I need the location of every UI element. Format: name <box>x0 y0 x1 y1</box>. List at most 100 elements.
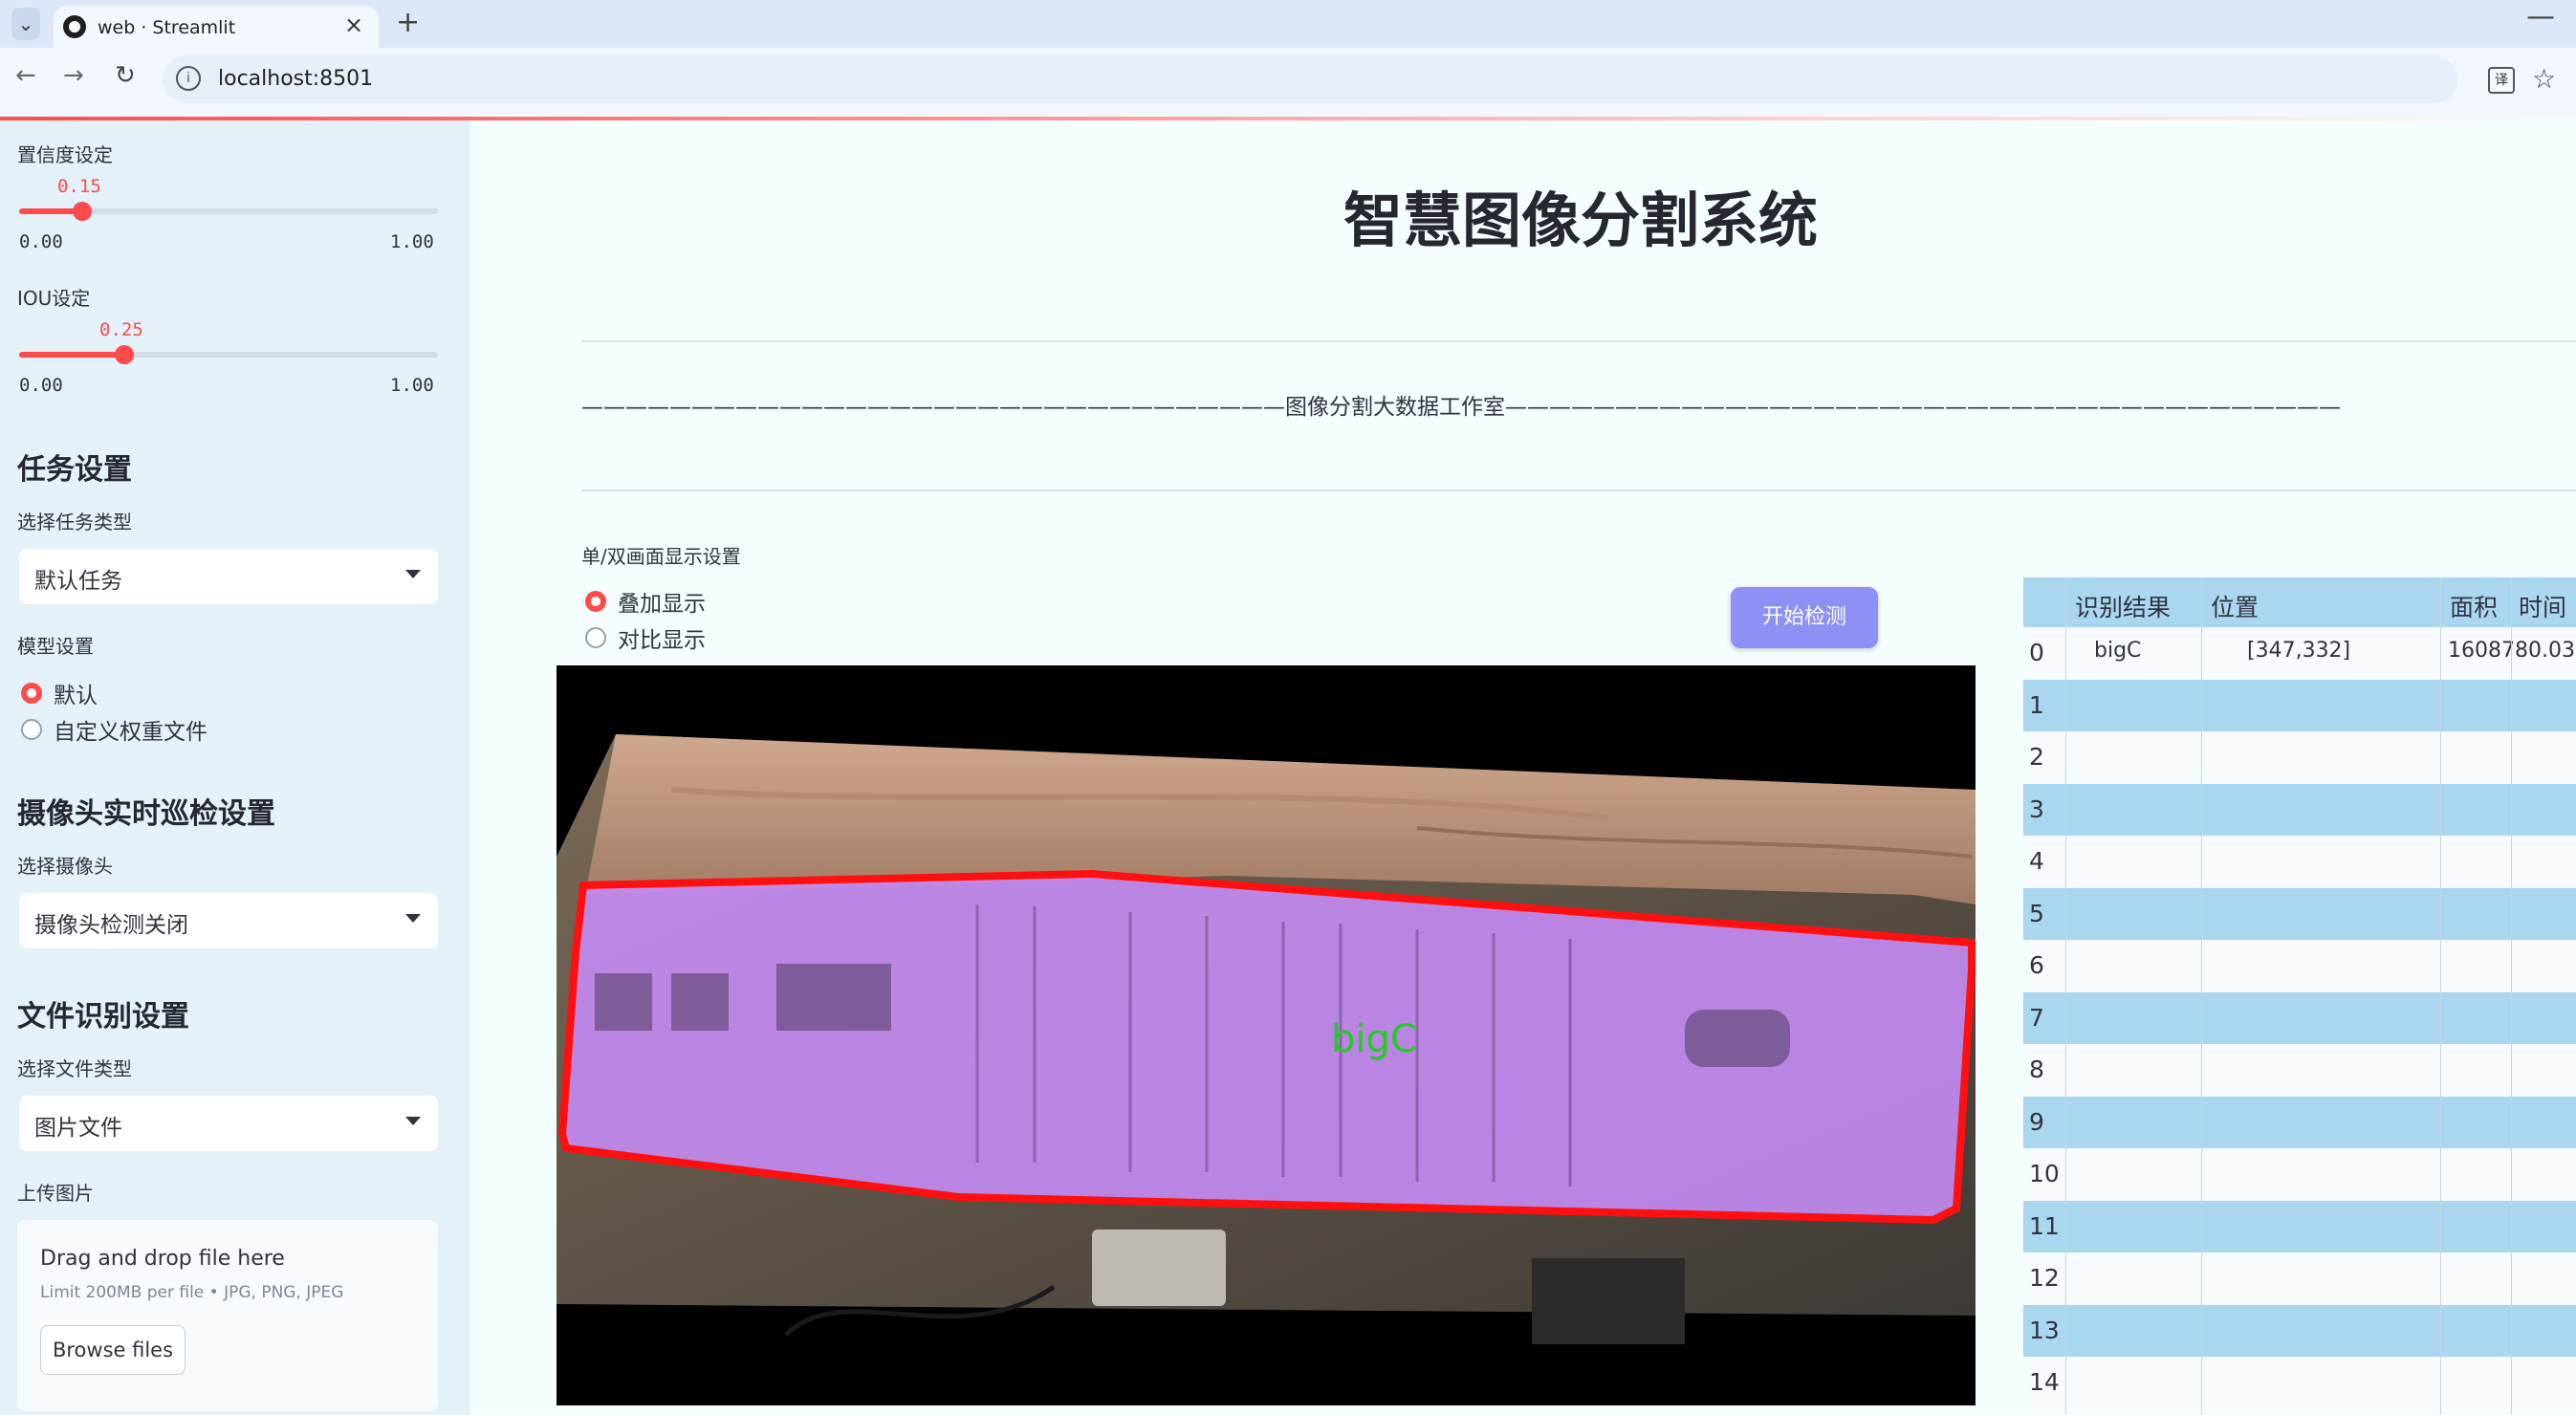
cell-result: bigC <box>2094 639 2142 663</box>
table-row[interactable]: 5 <box>2023 887 2576 940</box>
model-radio-custom[interactable] <box>21 719 42 740</box>
iou-label: IOU设定 <box>17 287 91 310</box>
iou-slider-thumb[interactable] <box>115 345 134 364</box>
display-mode-label: 单/双画面显示设置 <box>581 545 741 568</box>
table-row[interactable]: 8 <box>2023 1044 2576 1097</box>
column-header-area[interactable]: 面积 <box>2450 589 2498 623</box>
display-radio-compare[interactable] <box>585 627 606 648</box>
row-index: 13 <box>2029 1316 2060 1344</box>
row-index: 1 <box>2029 690 2044 719</box>
url-text[interactable]: localhost:8501 <box>218 67 373 91</box>
camera-label: 选择摄像头 <box>17 855 113 878</box>
row-index: 6 <box>2029 951 2044 979</box>
sidebar: 置信度设定 0.15 0.00 1.00 IOU设定 0.25 0.00 1.0… <box>0 120 470 1415</box>
browser-tab[interactable]: web · Streamlit × <box>54 6 379 48</box>
tab-search-chevron-icon[interactable]: ⌄ <box>11 8 40 40</box>
row-index: 10 <box>2029 1160 2060 1187</box>
row-index: 4 <box>2029 847 2044 875</box>
column-header-position[interactable]: 位置 <box>2211 589 2259 623</box>
back-arrow-icon[interactable]: ← <box>15 61 36 90</box>
studio-subtitle: ————————————————————————————————图像分割大数据工… <box>581 395 2341 420</box>
tab-title: web · Streamlit <box>98 17 236 38</box>
detection-result-image: bigC <box>557 665 1976 1405</box>
site-info-icon[interactable]: i <box>176 66 201 91</box>
start-detection-button[interactable]: 开始检测 <box>1731 587 1878 648</box>
iou-value: 0.25 <box>99 319 143 340</box>
file-dropzone[interactable]: Drag and drop file here Limit 200MB per … <box>17 1220 438 1411</box>
column-divider <box>2511 577 2512 1415</box>
model-option-default[interactable]: 默认 <box>54 677 98 709</box>
table-row[interactable]: 2 <box>2023 731 2576 784</box>
reload-icon[interactable]: ↻ <box>115 61 136 90</box>
translate-icon[interactable]: 译 <box>2488 67 2515 94</box>
table-row[interactable]: 13 <box>2023 1304 2576 1357</box>
iou-max: 1.00 <box>390 375 434 396</box>
minimize-window-icon[interactable]: — <box>2526 0 2555 33</box>
new-tab-icon[interactable]: + <box>396 6 420 39</box>
row-index: 7 <box>2029 1003 2044 1032</box>
row-index: 3 <box>2029 795 2044 823</box>
iou-slider[interactable] <box>19 345 438 364</box>
row-index: 14 <box>2029 1368 2060 1396</box>
file-type-value: 图片文件 <box>34 1116 122 1141</box>
display-option-compare[interactable]: 对比显示 <box>618 621 706 654</box>
task-type-select[interactable]: 默认任务 <box>19 549 438 604</box>
upload-label: 上传图片 <box>17 1182 94 1205</box>
table-row[interactable]: 3 <box>2023 783 2576 836</box>
results-table[interactable]: 识别结果 位置 面积 时间 0 bigC [347,332] 1608780.03 1 2… <box>2023 577 2576 1415</box>
column-divider <box>2201 577 2202 1415</box>
column-header-result[interactable]: 识别结果 <box>2075 589 2171 623</box>
file-settings-header: 文件识别设置 <box>17 1000 189 1034</box>
browser-toolbar: ← → ↻ i localhost:8501 译 ☆ <box>0 48 2576 117</box>
row-index: 0 <box>2029 639 2044 666</box>
dropzone-title: Drag and drop file here <box>40 1247 285 1271</box>
model-radio-default[interactable] <box>21 683 42 704</box>
column-divider <box>2065 577 2066 1415</box>
table-header: 识别结果 位置 面积 时间 <box>2023 577 2576 627</box>
row-index: 8 <box>2029 1056 2044 1083</box>
table-row[interactable]: 7 <box>2023 991 2576 1044</box>
table-row[interactable]: 14 <box>2023 1357 2576 1409</box>
column-header-time[interactable]: 时间 <box>2519 589 2566 623</box>
camera-select[interactable]: 摄像头检测关闭 <box>19 893 438 948</box>
display-radio-overlay[interactable] <box>585 591 606 612</box>
page-title: 智慧图像分割系统 <box>1343 185 1818 255</box>
iou-min: 0.00 <box>19 375 63 396</box>
model-option-custom[interactable]: 自定义权重文件 <box>54 713 207 746</box>
segmented-photo: bigC <box>557 734 1976 1344</box>
divider <box>581 340 2576 342</box>
chevron-down-icon <box>405 1117 421 1125</box>
detection-label: bigC <box>1331 1017 1417 1061</box>
iou-slider-fill <box>19 352 124 358</box>
row-index: 2 <box>2029 743 2044 771</box>
cell-position: [347,332] <box>2247 639 2351 663</box>
file-type-label: 选择文件类型 <box>17 1057 132 1080</box>
address-bar[interactable]: i localhost:8501 <box>163 55 2457 103</box>
browse-files-button[interactable]: Browse files <box>40 1325 186 1375</box>
task-type-value: 默认任务 <box>34 569 122 594</box>
table-row[interactable]: 10 <box>2023 1148 2576 1201</box>
camera-settings-header: 摄像头实时巡检设置 <box>17 797 275 831</box>
streamlit-favicon-icon <box>63 15 86 38</box>
bookmark-star-icon[interactable]: ☆ <box>2532 63 2556 95</box>
tab-close-icon[interactable]: × <box>344 11 363 38</box>
display-option-overlay[interactable]: 叠加显示 <box>618 585 706 618</box>
chevron-down-icon <box>405 914 421 923</box>
table-row[interactable]: 9 <box>2023 1096 2576 1148</box>
table-row[interactable]: 1 <box>2023 679 2576 731</box>
table-row[interactable]: 0 bigC [347,332] 1608780.03 <box>2023 627 2576 680</box>
table-row[interactable]: 11 <box>2023 1200 2576 1252</box>
task-settings-header: 任务设置 <box>17 453 132 487</box>
divider <box>581 490 2576 491</box>
column-divider <box>2440 577 2441 1415</box>
table-row[interactable]: 4 <box>2023 836 2576 888</box>
task-type-label: 选择任务类型 <box>17 511 132 533</box>
file-type-select[interactable]: 图片文件 <box>19 1096 438 1151</box>
table-row[interactable]: 12 <box>2023 1252 2576 1305</box>
row-index: 11 <box>2029 1211 2060 1240</box>
camera-value: 摄像头检测关闭 <box>34 913 188 938</box>
forward-arrow-icon[interactable]: → <box>63 61 84 90</box>
chevron-down-icon <box>405 570 421 578</box>
table-row[interactable]: 6 <box>2023 940 2576 992</box>
model-settings-label: 模型设置 <box>17 635 94 658</box>
